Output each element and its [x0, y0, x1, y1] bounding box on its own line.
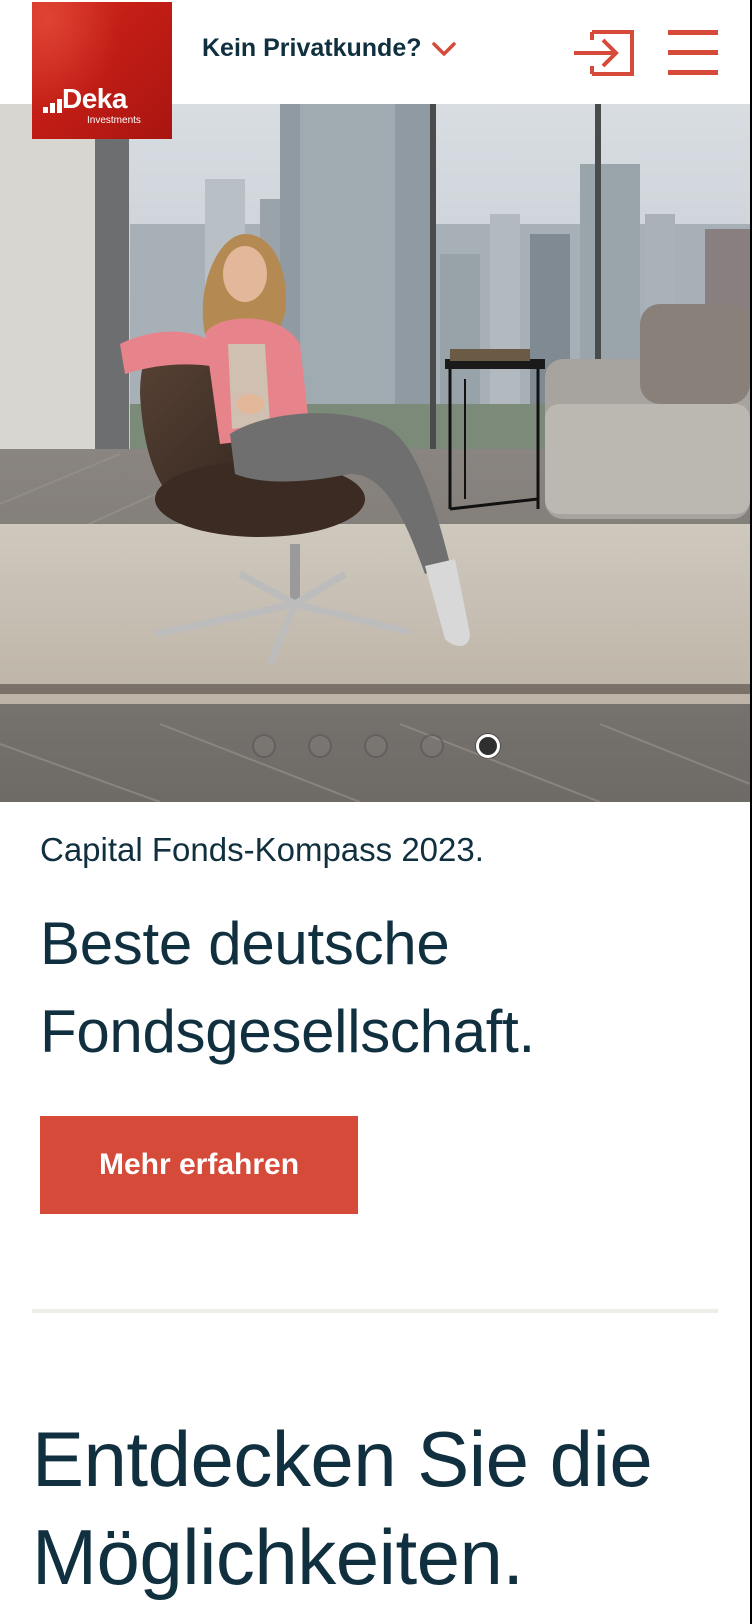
deka-logo[interactable]: Deka Investments: [32, 2, 172, 139]
discover-section-title: Entdecken Sie die Möglichkeiten.: [32, 1410, 732, 1606]
login-arrow-icon[interactable]: [572, 28, 636, 78]
teaser-headline-line1: Beste deutsche: [40, 910, 450, 977]
teaser-kicker: Capital Fonds-Kompass 2023.: [40, 831, 484, 868]
customer-type-dropdown[interactable]: Kein Privatkunde?: [202, 34, 456, 63]
logo-wordmark: Deka: [62, 83, 127, 114]
hero-image: [0, 104, 750, 802]
logo-subline: Investments: [87, 115, 141, 126]
carousel-dot-3[interactable]: [364, 734, 388, 758]
section-divider: [32, 1309, 718, 1313]
carousel-dot-4[interactable]: [420, 734, 444, 758]
logo-bars-icon: [43, 99, 62, 113]
carousel-dot-2[interactable]: [308, 734, 332, 758]
carousel-dot-5-active[interactable]: [476, 734, 500, 758]
hero-carousel[interactable]: [0, 104, 750, 802]
customer-type-label: Kein Privatkunde?: [202, 34, 422, 62]
teaser-headline: Beste deutsche Fondsgesellschaft.: [40, 900, 720, 1076]
hamburger-menu-icon[interactable]: [668, 30, 718, 80]
section-title-line2: Möglichkeiten.: [32, 1513, 524, 1601]
carousel-dot-1[interactable]: [252, 734, 276, 758]
more-info-button[interactable]: Mehr erfahren: [40, 1116, 358, 1214]
teaser-headline-line2: Fondsgesellschaft.: [40, 998, 535, 1065]
carousel-pagination: [0, 734, 750, 758]
page: Kein Privatkunde? Deka Investments Capit…: [0, 0, 752, 1624]
teaser: Capital Fonds-Kompass 2023. Beste deutsc…: [40, 830, 720, 1076]
chevron-down-icon: [431, 41, 456, 56]
section-title-line1: Entdecken Sie die: [32, 1415, 653, 1503]
